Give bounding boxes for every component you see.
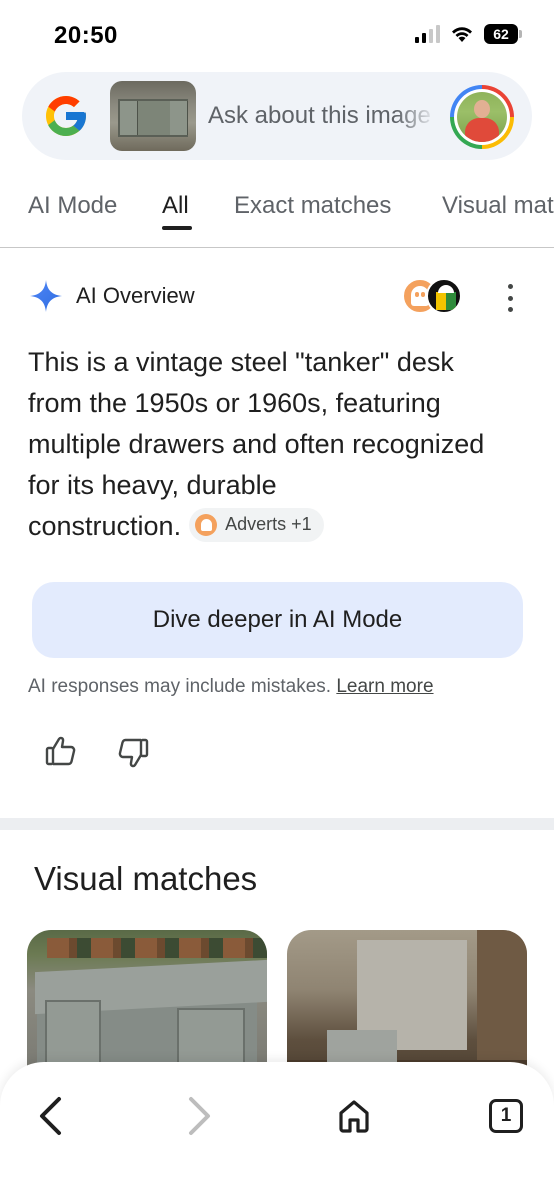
tabs-button[interactable]: 1 bbox=[482, 1092, 530, 1140]
query-image-thumbnail[interactable] bbox=[110, 81, 196, 151]
home-icon bbox=[339, 1100, 369, 1133]
battery-level: 62 bbox=[493, 26, 509, 42]
account-avatar[interactable] bbox=[450, 85, 514, 149]
ghost-icon bbox=[195, 513, 218, 536]
store-source-icon bbox=[426, 278, 462, 314]
google-logo-icon[interactable] bbox=[42, 92, 90, 140]
status-icons: 62 bbox=[415, 24, 522, 44]
ai-overview-line: for its heavy, durable bbox=[28, 470, 277, 500]
signal-icon bbox=[415, 25, 440, 43]
status-bar: 20:50 62 bbox=[0, 0, 554, 72]
tab-visual-matches[interactable]: Visual matches bbox=[442, 192, 554, 220]
bottom-nav-bar: 1 bbox=[0, 1062, 554, 1200]
tab-exact-matches[interactable]: Exact matches bbox=[234, 192, 391, 220]
disclaimer-text: AI responses may include mistakes. bbox=[28, 676, 332, 697]
tab-ai-mode[interactable]: AI Mode bbox=[28, 192, 117, 220]
more-options-icon[interactable] bbox=[502, 284, 518, 312]
tab-all[interactable]: All bbox=[162, 192, 189, 220]
thumbs-down-icon[interactable] bbox=[116, 736, 150, 770]
chevron-right-icon bbox=[189, 1097, 210, 1135]
ai-disclaimer: AI responses may include mistakes. Learn… bbox=[28, 676, 434, 698]
ai-overview-text: This is a vintage steel "tanker" desk fr… bbox=[28, 342, 528, 547]
learn-more-link[interactable]: Learn more bbox=[336, 676, 433, 697]
chevron-left-icon bbox=[40, 1097, 61, 1135]
ai-overview-line: from the 1950s or 1960s, featuring bbox=[28, 388, 441, 418]
ai-overview-line: construction. bbox=[28, 511, 182, 541]
wifi-icon bbox=[452, 27, 472, 42]
ai-overview-header: AI Overview bbox=[28, 276, 528, 316]
source-icons[interactable] bbox=[402, 276, 466, 316]
dive-deeper-button[interactable]: Dive deeper in AI Mode bbox=[32, 582, 523, 658]
ai-overview-line: multiple drawers and often recognized bbox=[28, 429, 485, 459]
tab-count: 1 bbox=[489, 1099, 523, 1133]
section-divider bbox=[0, 818, 554, 830]
home-button[interactable] bbox=[330, 1092, 378, 1140]
ai-sparkle-icon bbox=[30, 280, 62, 312]
search-bar[interactable]: Ask about this image bbox=[22, 72, 532, 160]
ai-overview-last-line: construction. Adverts +1 bbox=[28, 506, 528, 547]
source-chip[interactable]: Adverts +1 bbox=[189, 507, 324, 542]
search-input[interactable]: Ask about this image bbox=[208, 102, 436, 130]
forward-button[interactable] bbox=[176, 1092, 224, 1140]
source-chip-label: Adverts +1 bbox=[225, 514, 312, 535]
status-time: 20:50 bbox=[54, 22, 118, 49]
ai-overview-line: This is a vintage steel "tanker" desk bbox=[28, 347, 454, 377]
search-tabs: AI Mode All Exact matches Visual matches bbox=[0, 180, 554, 248]
thumbs-up-icon[interactable] bbox=[44, 734, 78, 768]
battery-icon: 62 bbox=[484, 24, 522, 44]
back-button[interactable] bbox=[26, 1092, 74, 1140]
active-tab-indicator bbox=[162, 226, 192, 230]
ai-overview-title: AI Overview bbox=[76, 283, 195, 308]
visual-matches-title: Visual matches bbox=[34, 860, 258, 897]
